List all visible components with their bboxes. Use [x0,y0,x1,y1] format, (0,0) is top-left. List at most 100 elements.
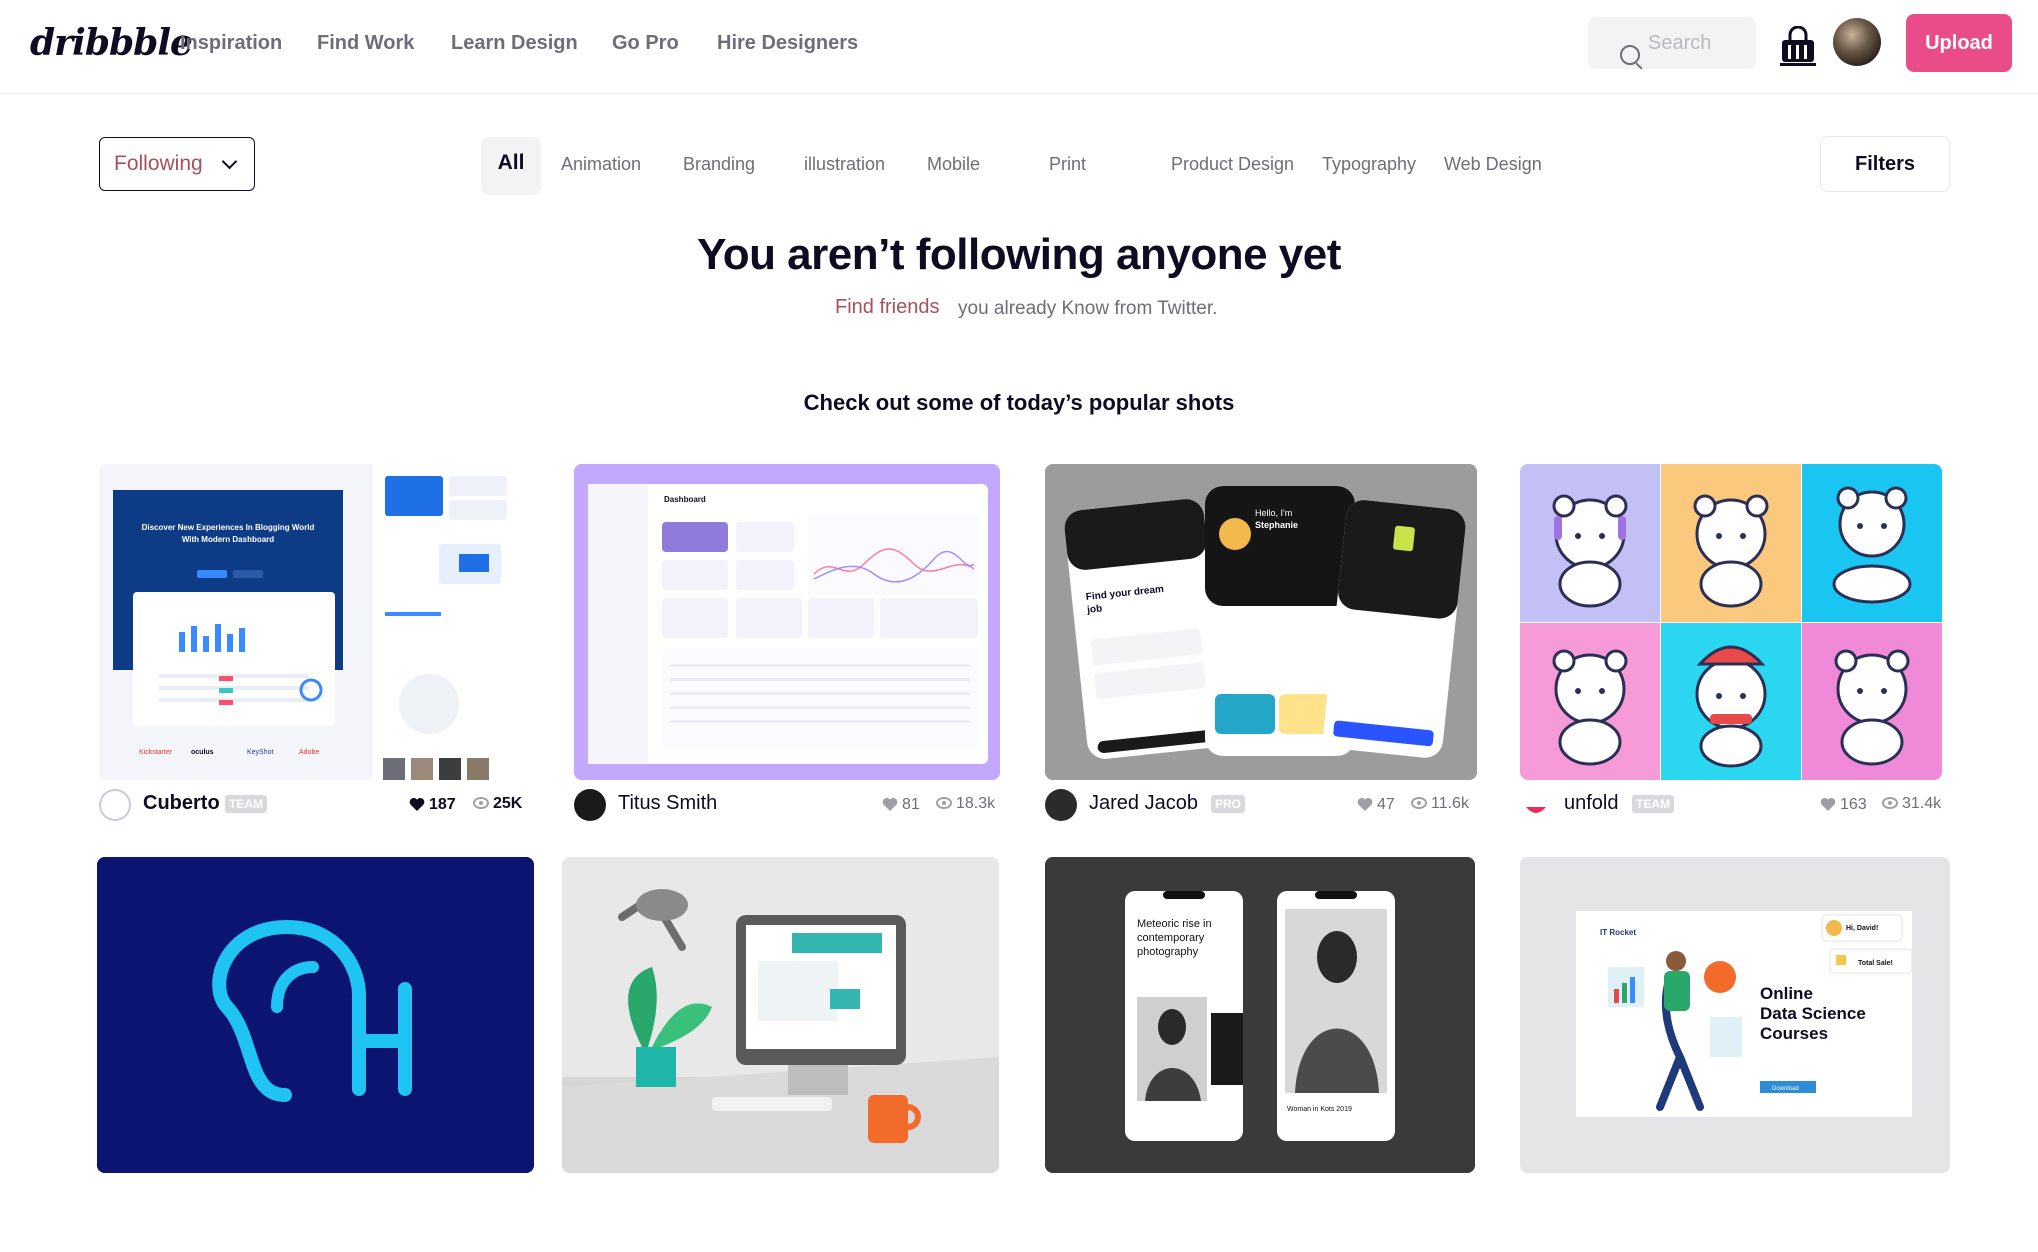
unfold-avatar[interactable] [1520,789,1552,821]
upload-button[interactable]: Upload [1906,14,2012,72]
filters-button[interactable]: Filters [1820,136,1950,192]
shot-meta: unfold TEAM 163 31.4k [1520,786,1950,822]
nav-go-pro[interactable]: Go Pro [612,32,679,55]
svg-text:Online: Online [1760,984,1813,1003]
shot-thumbnail[interactable] [97,857,534,1173]
svg-text:Courses: Courses [1760,1024,1828,1043]
svg-text:Woman in Kots 2019: Woman in Kots 2019 [1287,1106,1352,1113]
shot-meta: Titus Smith 81 18.3k [574,786,1004,822]
photography-app-image: Meteoric rise in contemporary photograph… [1045,857,1475,1173]
shot-meta: Cuberto TEAM 187 25K [99,786,529,822]
find-friends-link[interactable]: Find friends [835,296,940,319]
svg-text:Stephanie: Stephanie [1255,520,1298,530]
eye-icon [473,797,489,809]
likes-count[interactable]: 47 [1357,795,1395,814]
shot-thumbnail[interactable]: Dashboard [574,464,1000,780]
shopping-bag-icon[interactable] [1778,26,1818,68]
author-name[interactable]: Cuberto [143,792,220,815]
svg-text:KeyShot: KeyShot [247,749,274,756]
eye-icon [1882,797,1898,809]
likes-count[interactable]: 187 [409,795,456,814]
category-all[interactable]: All [481,137,541,195]
likes-value: 163 [1840,796,1867,813]
views-count: 25K [473,795,522,813]
svg-text:photography: photography [1137,946,1199,958]
category-mobile[interactable]: Mobile [927,154,980,175]
titus-smith-avatar[interactable] [574,789,606,821]
pro-badge: PRO [1211,795,1246,813]
svg-text:Kickstarter: Kickstarter [139,749,173,756]
category-web-design[interactable]: Web Design [1444,154,1542,175]
chevron-down-icon [221,153,238,170]
svg-text:oculus: oculus [191,749,214,756]
user-avatar[interactable] [1833,18,1881,66]
shot-thumbnail[interactable]: IT Rocket Hi, David! Total Sale! Online … [1520,857,1950,1173]
author-name[interactable]: Titus Smith [618,792,717,815]
empty-state-title: You aren’t following anyone yet [697,230,1341,279]
category-branding[interactable]: Branding [683,154,755,175]
svg-text:Data Science: Data Science [1760,1004,1866,1023]
svg-text:Discover New Experiences In Bl: Discover New Experiences In Blogging Wor… [142,523,315,532]
nav-learn-design[interactable]: Learn Design [451,32,578,55]
svg-text:Total Sale!: Total Sale! [1858,960,1893,967]
following-dropdown[interactable]: Following [99,137,255,191]
shot-thumbnail[interactable]: Meteoric rise in contemporary photograph… [1045,857,1475,1173]
dribbble-logo[interactable]: dribbble [30,22,193,64]
heart-icon [409,797,425,811]
svg-text:With Modern Dashboard: With Modern Dashboard [182,535,274,544]
ear-h-logo-image [97,857,534,1173]
shot-thumbnail[interactable] [562,857,999,1173]
shot-thumbnail[interactable]: Discover New Experiences In Blogging Wor… [99,464,525,780]
nav-find-work[interactable]: Find Work [317,32,414,55]
views-count: 31.4k [1882,795,1941,813]
unfold-logo-icon [1526,807,1546,813]
svg-text:Meteoric rise in: Meteoric rise in [1137,918,1212,930]
shot-meta: Jared Jacob PRO 47 11.6k [1045,786,1477,822]
jared-jacob-avatar[interactable] [1045,789,1077,821]
likes-count[interactable]: 81 [882,795,920,814]
views-count: 18.3k [936,795,995,813]
nav-inspiration[interactable]: Inspiration [180,32,282,55]
svg-text:job: job [1086,603,1103,616]
cuberto-avatar[interactable] [99,789,131,821]
eye-icon [936,797,952,809]
shot-preview-image: Dashboard [574,464,1000,780]
shot-preview-image: Discover New Experiences In Blogging Wor… [99,464,525,780]
shot-preview-image: Find your dream job Hello, I'm Stephanie [1045,464,1477,780]
likes-value: 187 [429,796,456,813]
search-box[interactable]: Search [1588,17,1756,69]
nav-hire-designers[interactable]: Hire Designers [717,32,858,55]
category-illustration[interactable]: illustration [804,154,885,175]
author-name[interactable]: unfold [1564,792,1619,815]
svg-text:IT Rocket: IT Rocket [1600,928,1636,937]
likes-count[interactable]: 163 [1820,795,1867,814]
likes-value: 81 [902,796,920,813]
data-science-landing-image: IT Rocket Hi, David! Total Sale! Online … [1520,857,1950,1173]
svg-text:Hi, David!: Hi, David! [1846,925,1878,932]
svg-text:contemporary: contemporary [1137,932,1205,944]
top-header: dribbble Inspiration Find Work Learn Des… [0,0,2038,94]
search-icon [1620,45,1640,65]
category-print[interactable]: Print [1049,154,1086,175]
category-product-design[interactable]: Product Design [1171,154,1294,175]
shot-thumbnail[interactable] [1520,464,1942,780]
svg-text:Adobe: Adobe [299,749,319,756]
eye-icon [1411,797,1427,809]
category-animation[interactable]: Animation [561,154,641,175]
shot-thumbnail[interactable]: Find your dream job Hello, I'm Stephanie [1045,464,1477,780]
empty-state-subtitle: you already Know from Twitter. [958,298,1218,319]
svg-text:Download: Download [1772,1086,1799,1092]
search-placeholder: Search [1648,32,1712,54]
following-label: Following [114,152,203,175]
likes-value: 47 [1377,796,1395,813]
views-count: 11.6k [1411,795,1469,813]
shot-preview-image [1520,464,1942,780]
views-value: 31.4k [1902,795,1942,812]
views-value: 11.6k [1431,795,1469,812]
views-value: 18.3k [956,795,996,812]
views-value: 25K [493,795,523,812]
heart-icon [1820,797,1836,811]
category-typography[interactable]: Typography [1322,154,1416,175]
heart-icon [882,797,898,811]
author-name[interactable]: Jared Jacob [1089,792,1198,815]
